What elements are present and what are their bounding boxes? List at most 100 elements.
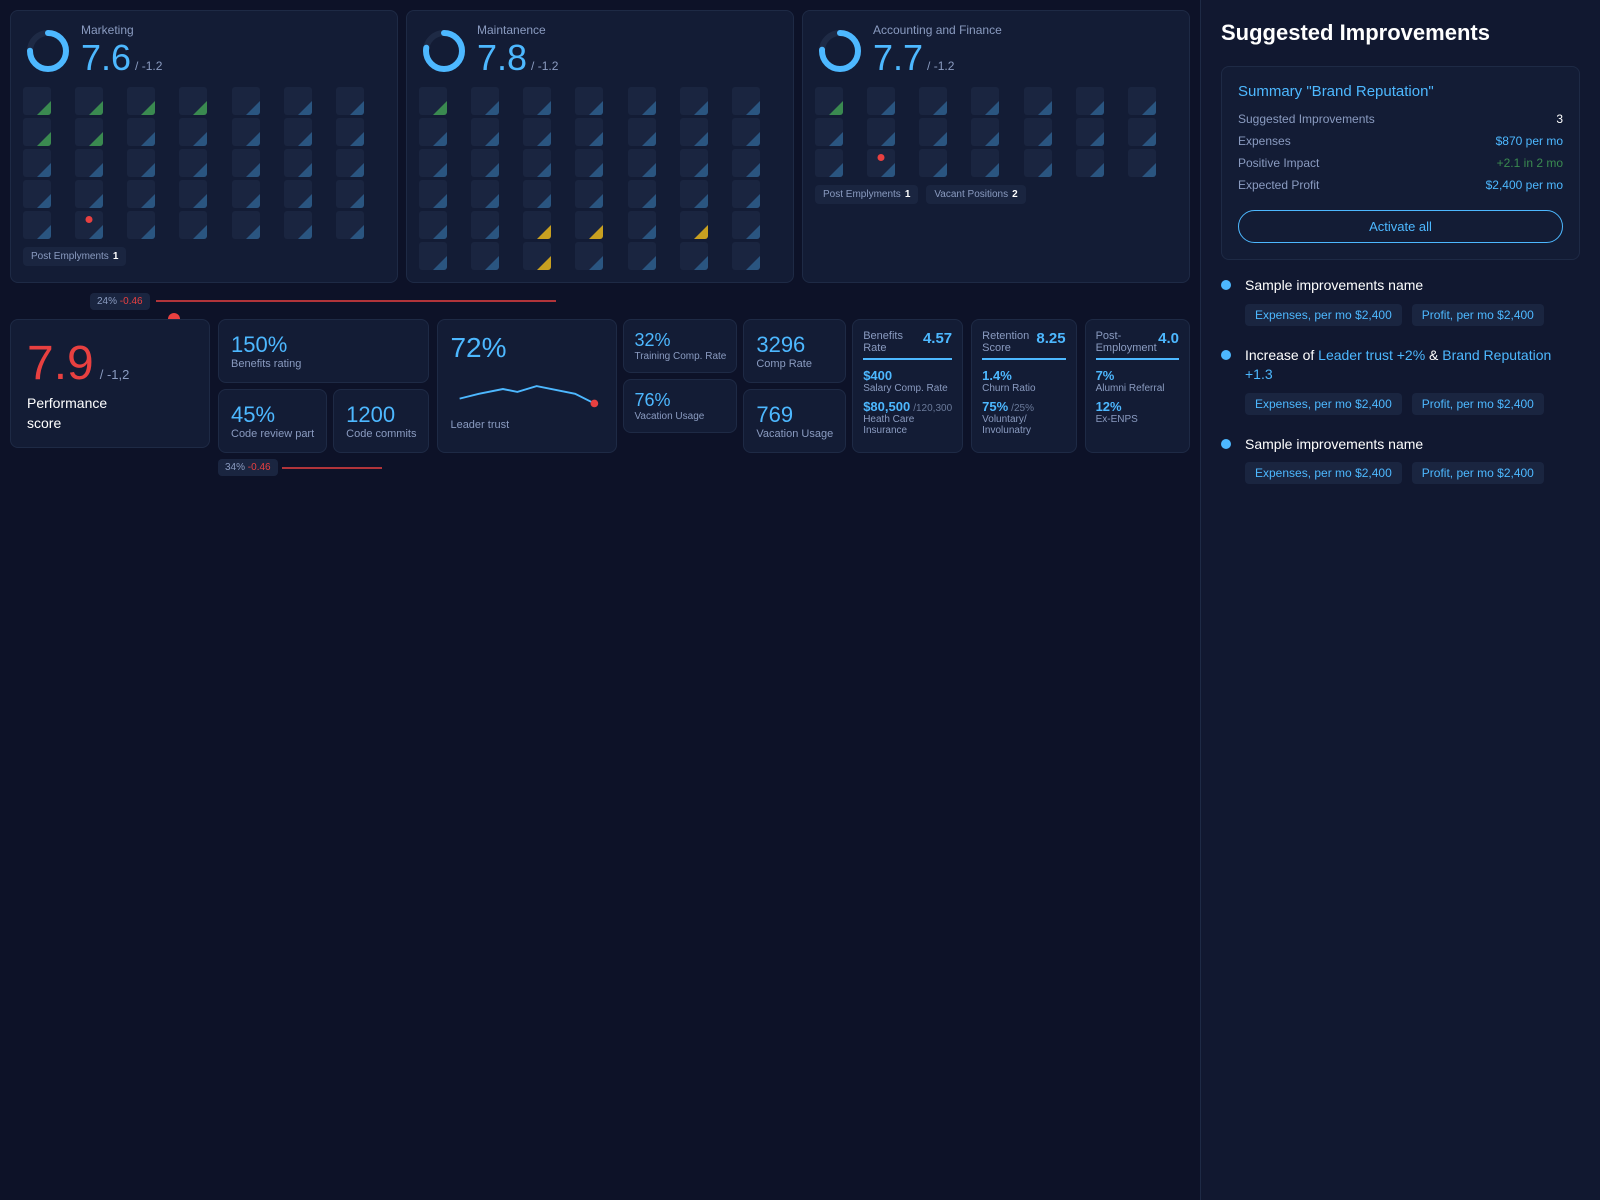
post-emp-header: Post-Employment 4.0	[1096, 330, 1179, 360]
suggested-count: 3	[1556, 112, 1563, 126]
post-employment-card: Post-Employment 4.0 7% Alumni Referral 1…	[1085, 319, 1190, 453]
retention-rate-header: Retention Score 8.25	[982, 330, 1065, 360]
benefits-rating-label: Benefits rating	[231, 358, 416, 370]
comp-rate-label: Comp Rate	[756, 358, 833, 370]
tile	[179, 118, 207, 146]
tile	[127, 87, 155, 115]
code-stats-row: 45% Code review part 1200 Code commits	[218, 389, 429, 453]
vacation-usage-big-card: 769 Vacation Usage	[743, 389, 846, 453]
right-panel: Suggested Improvements Summary "Brand Re…	[1200, 0, 1600, 1200]
summary-row-profit: Expected Profit $2,400 per mo	[1238, 178, 1563, 192]
benefits-rate-label-2: Heath Care Insurance	[863, 414, 952, 436]
tile	[628, 87, 656, 115]
benefits-rate-sub-2: /120,300	[913, 403, 952, 414]
vacation-usage-pct: 76%	[634, 390, 726, 411]
tile	[867, 87, 895, 115]
tile	[23, 211, 51, 239]
tile	[971, 87, 999, 115]
tile	[419, 118, 447, 146]
tile	[732, 87, 760, 115]
tile	[471, 211, 499, 239]
marketing-footer: Post Emplyments 1	[23, 247, 385, 266]
tile	[336, 211, 364, 239]
tile	[732, 242, 760, 270]
activate-all-button[interactable]: Activate all	[1238, 210, 1563, 243]
tile	[75, 87, 103, 115]
maintenance-donut	[419, 26, 469, 76]
tile	[284, 87, 312, 115]
tile	[919, 87, 947, 115]
training-comp-card: 32% Training Comp. Rate	[623, 319, 737, 373]
benefits-rate-score: 4.57	[923, 330, 952, 354]
improvement-profit-3: Profit, per mo $2,400	[1412, 462, 1544, 484]
post-emp-label-2: Ex-ENPS	[1096, 414, 1179, 425]
accounting-footer: Post Emplyments 1 Vacant Positions 2	[815, 185, 1177, 204]
maintenance-change: / -1.2	[531, 59, 558, 73]
tile	[575, 149, 603, 177]
tile	[419, 180, 447, 208]
tile	[284, 211, 312, 239]
tile	[628, 180, 656, 208]
connector2-change: -0.46	[248, 462, 271, 473]
retention-rate-title: Retention Score	[982, 330, 1036, 354]
code-commits-num: 1200	[346, 402, 416, 428]
tile	[815, 87, 843, 115]
leader-trust-card: 72% Leader trust	[437, 319, 617, 453]
tile	[1076, 149, 1104, 177]
benefits-rate-row-1: $400 Salary Comp. Rate	[863, 368, 952, 394]
bottom-right-section: 72% Leader trust 32% Training Comp. Rate	[437, 319, 1190, 476]
accounting-title: Accounting and Finance	[873, 23, 1002, 37]
accounting-score: 7.7	[873, 37, 923, 79]
tile	[523, 118, 551, 146]
code-review-card: 45% Code review part	[218, 389, 327, 453]
tile	[419, 149, 447, 177]
tile	[284, 118, 312, 146]
tile	[680, 87, 708, 115]
summary-title: Summary "Brand Reputation"	[1238, 83, 1563, 100]
marketing-change: / -1.2	[135, 59, 162, 73]
retention-rate-val-1: 1.4%	[982, 368, 1065, 383]
connector-badge-bottom: 34% -0.46	[218, 459, 278, 476]
imp-profit-label-3: Profit, per mo	[1422, 466, 1494, 480]
post-emp-val-1: 7%	[1096, 368, 1179, 383]
tile	[575, 180, 603, 208]
tile-red-dot	[867, 149, 895, 177]
benefits-rate-val-2: $80,500	[863, 399, 910, 414]
accounting-vacant-label: Vacant Positions	[934, 189, 1008, 200]
tile	[75, 149, 103, 177]
improvement-expenses-2: Expenses, per mo $2,400	[1245, 393, 1402, 415]
training-comp-num: 32%	[634, 330, 726, 351]
marketing-title: Marketing	[81, 23, 162, 37]
leader-trust-label: Leader trust	[450, 419, 604, 431]
post-employments-label: Post Emplyments	[31, 251, 109, 262]
maintenance-tiles	[419, 87, 781, 270]
summary-row-positive: Positive Impact +2.1 in 2 mo	[1238, 156, 1563, 170]
tile	[628, 242, 656, 270]
tile	[680, 149, 708, 177]
improvement-item-3: Sample improvements name Expenses, per m…	[1221, 435, 1580, 485]
tile	[1128, 149, 1156, 177]
accounting-tiles	[815, 87, 1177, 177]
retention-rate-sub-2: /25%	[1011, 403, 1034, 414]
connector-area-bottom: 34% -0.46	[218, 459, 429, 476]
comp-rate-card: 3296 Comp Rate	[743, 319, 846, 383]
expected-profit-val: $2,400 per mo	[1486, 178, 1563, 192]
tile	[336, 149, 364, 177]
improvement-item-2: Increase of Leader trust +2% & Brand Rep…	[1221, 346, 1580, 415]
leader-trust-link[interactable]: Leader trust +2%	[1318, 347, 1425, 363]
tile	[336, 180, 364, 208]
connector-svg-top	[156, 291, 556, 311]
post-emp-label-1: Alumni Referral	[1096, 383, 1179, 394]
tile	[23, 149, 51, 177]
tile	[232, 149, 260, 177]
tile	[179, 149, 207, 177]
tile	[179, 180, 207, 208]
imp-exp-val-3: $2,400	[1355, 466, 1392, 480]
imp-profit-val-3: $2,400	[1497, 466, 1534, 480]
comp-rate-num: 3296	[756, 332, 833, 358]
code-review-num: 45%	[231, 402, 314, 428]
tile	[732, 180, 760, 208]
code-review-label: Code review part	[231, 428, 314, 440]
retention-rate-label-2: Voluntary/ Involunatry	[982, 414, 1065, 436]
main-container: Marketing 7.6 / -1.2	[0, 0, 1600, 1200]
